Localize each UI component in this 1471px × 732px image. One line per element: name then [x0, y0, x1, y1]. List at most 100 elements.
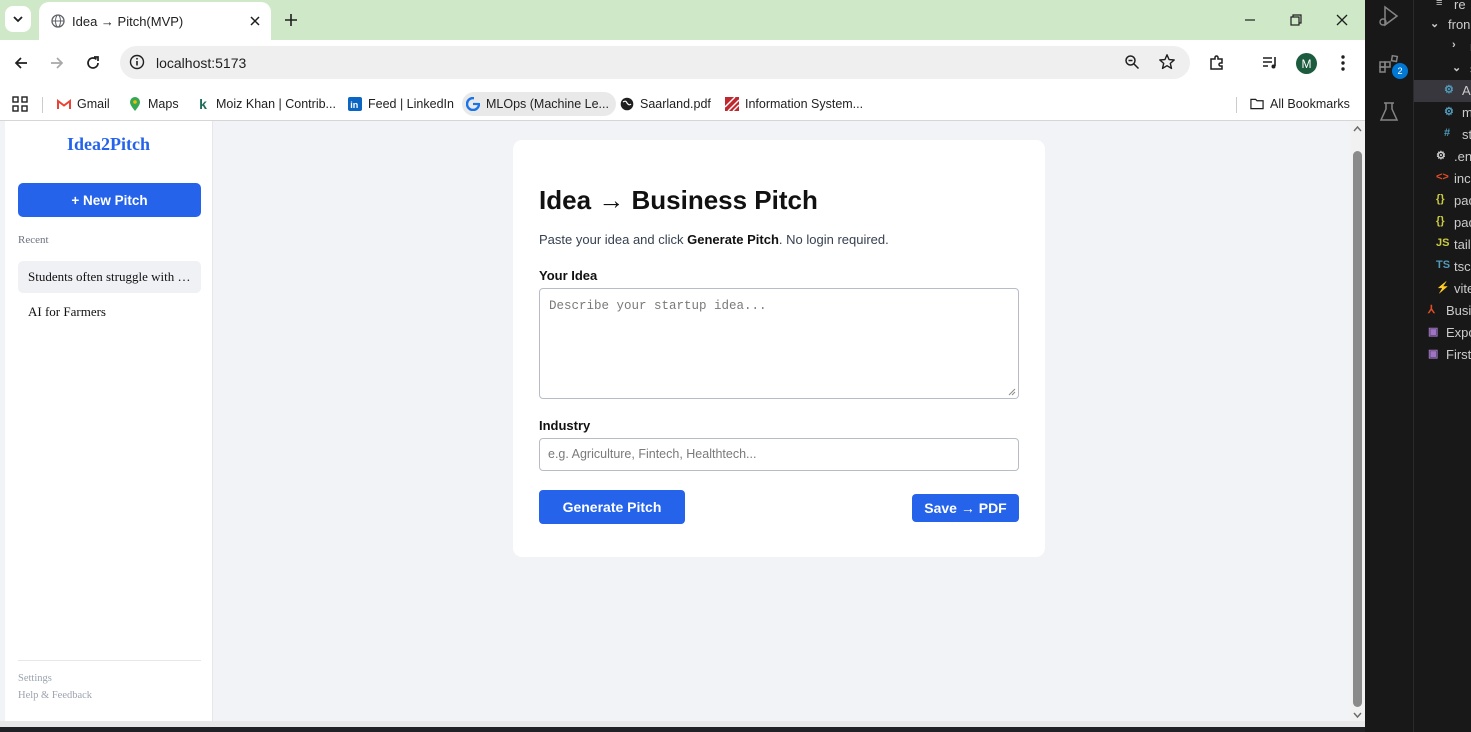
file-type-icon: ⅄ [1428, 304, 1435, 316]
apps-grid-icon [12, 96, 28, 112]
explorer-item[interactable]: JS tail [1414, 234, 1471, 256]
run-debug-button[interactable] [1375, 2, 1403, 30]
all-bookmarks-button[interactable]: All Bookmarks [1246, 92, 1357, 116]
reload-button[interactable] [82, 52, 104, 74]
explorer-item[interactable]: ⅄ Busi [1414, 300, 1471, 322]
bookmark-linkedin[interactable]: in Feed | LinkedIn [344, 92, 461, 116]
extensions-button[interactable] [1206, 52, 1228, 74]
media-control-button[interactable] [1259, 52, 1281, 74]
forward-button[interactable] [46, 52, 68, 74]
file-type-icon: ⚙ [1436, 150, 1446, 162]
browser-menu-button[interactable] [1332, 52, 1354, 74]
bookmark-mlops[interactable]: MLOps (Machine Le... [462, 92, 616, 116]
idea-textarea[interactable]: Describe your startup idea... [539, 288, 1019, 399]
explorer-item-label: .en [1454, 149, 1471, 164]
explorer-item[interactable]: TS tsc [1414, 256, 1471, 278]
tab-title: Idea → Pitch(MVP) [72, 14, 184, 29]
svg-text:in: in [350, 100, 358, 110]
explorer-item[interactable]: ⚙ .en [1414, 146, 1471, 168]
web-page: Idea2Pitch + New Pitch Recent Students o… [0, 121, 1350, 721]
explorer-item[interactable]: ⌄src [1414, 58, 1471, 80]
browser-window: Idea → Pitch(MVP) localhost:5173 M Gmail… [0, 0, 1365, 732]
zoom-icon[interactable] [1124, 54, 1140, 70]
industry-input[interactable]: e.g. Agriculture, Fintech, Healthtech... [539, 438, 1019, 471]
new-pitch-button[interactable]: + New Pitch [18, 183, 201, 217]
explorer-item-label: pac [1454, 193, 1471, 208]
page-scrollbar[interactable] [1350, 121, 1365, 721]
gmail-icon [57, 97, 71, 111]
vscode-window: 2 ≡re⌄fron›no⌄src⚙A⚙m#st⚙.en<>inc{}pac{}… [1365, 0, 1471, 732]
kebab-menu-icon [1341, 55, 1345, 71]
profile-avatar[interactable]: M [1296, 53, 1317, 74]
file-type-icon: <> [1436, 171, 1449, 183]
bookmark-saarland[interactable]: Saarland.pdf [616, 92, 718, 116]
bookmarks-divider [42, 97, 43, 113]
scroll-up-icon[interactable] [1353, 125, 1362, 133]
bookmark-information-system[interactable]: Information System... [721, 92, 870, 116]
recent-item[interactable]: Students often struggle with managing [18, 261, 201, 293]
generate-pitch-button[interactable]: Generate Pitch [539, 490, 685, 524]
testing-button[interactable] [1375, 98, 1403, 126]
explorer-item-label: inc [1454, 171, 1471, 186]
close-window-button[interactable] [1332, 10, 1352, 30]
recent-item[interactable]: AI for Farmers [18, 296, 201, 328]
explorer-item-label: Expo [1446, 325, 1471, 340]
explorer-item[interactable]: ›no [1414, 36, 1471, 58]
apps-button[interactable] [8, 92, 35, 116]
explorer-item-label: m [1462, 105, 1471, 120]
file-type-icon: # [1444, 127, 1451, 139]
industry-label: Industry [539, 418, 591, 433]
explorer-item[interactable]: ▣ First [1414, 344, 1471, 366]
browser-toolbar: localhost:5173 M [0, 40, 1365, 86]
close-icon [250, 16, 260, 26]
address-bar[interactable]: localhost:5173 [120, 46, 1190, 79]
explorer-item-label: vite [1454, 281, 1471, 296]
explorer-item[interactable]: ⌄ fron [1414, 14, 1471, 36]
extensions-badge: 2 [1392, 63, 1408, 79]
new-tab-button[interactable] [280, 9, 302, 31]
minimize-button[interactable] [1240, 10, 1260, 30]
k-icon: k [199, 96, 207, 112]
globe-icon [620, 97, 634, 111]
file-type-icon: ⚡ [1436, 282, 1450, 294]
settings-link[interactable]: Settings [18, 673, 52, 684]
linkedin-icon: in [348, 97, 362, 111]
idea-label: Your Idea [539, 268, 598, 283]
save-pdf-button[interactable]: Save → PDF [912, 494, 1019, 522]
bookmark-star-icon[interactable] [1158, 53, 1176, 71]
app-logo[interactable]: Idea2Pitch [5, 134, 212, 155]
taskbar-edge [0, 727, 1365, 732]
file-type-icon: {} [1436, 193, 1445, 205]
plus-icon [285, 14, 297, 26]
back-button[interactable] [10, 52, 32, 74]
restore-button[interactable] [1286, 10, 1306, 30]
explorer-item[interactable]: ▣ Expo [1414, 322, 1471, 344]
explorer-item[interactable]: ⚡ vite [1414, 278, 1471, 300]
bookmark-gmail[interactable]: Gmail [53, 92, 117, 116]
explorer-item[interactable]: ⚙ A [1414, 80, 1471, 102]
explorer-item[interactable]: {} pac [1414, 212, 1471, 234]
folder-icon [1250, 97, 1264, 111]
explorer-item[interactable]: ⚙ m [1414, 102, 1471, 124]
help-feedback-link[interactable]: Help & Feedback [18, 690, 92, 701]
industry-placeholder: e.g. Agriculture, Fintech, Healthtech... [548, 447, 757, 461]
subtitle-text-end: . No login required. [778, 232, 889, 247]
bookmark-moiz-khan[interactable]: k Moiz Khan | Contrib... [192, 92, 343, 116]
url-text[interactable]: localhost:5173 [156, 55, 246, 71]
resize-handle-icon[interactable] [1008, 388, 1016, 396]
tab-close-button[interactable] [246, 12, 264, 30]
file-type-icon: JS [1436, 237, 1450, 249]
scrollbar-thumb[interactable] [1353, 151, 1362, 707]
sidebar-divider [18, 660, 201, 661]
scroll-down-icon[interactable] [1353, 711, 1362, 719]
app-sidebar: Idea2Pitch + New Pitch Recent Students o… [5, 121, 213, 721]
explorer-item[interactable]: <> inc [1414, 168, 1471, 190]
explorer-item[interactable]: {} pac [1414, 190, 1471, 212]
site-info-icon[interactable] [129, 54, 145, 70]
file-type-icon: ▣ [1428, 326, 1439, 338]
window-bottom-edge [0, 721, 1365, 732]
active-tab[interactable]: Idea → Pitch(MVP) [39, 2, 271, 40]
tab-search-button[interactable] [5, 6, 31, 32]
explorer-item[interactable]: # st [1414, 124, 1471, 146]
bookmark-maps[interactable]: Maps [124, 92, 186, 116]
